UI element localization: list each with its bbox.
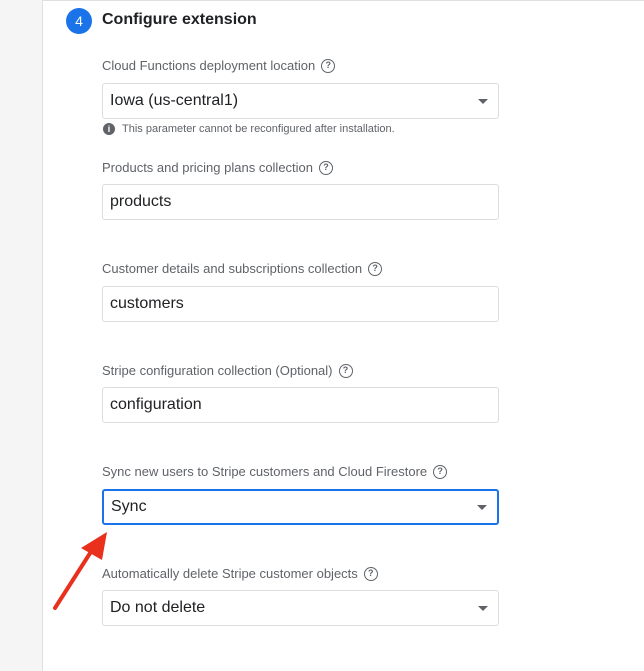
- annotation-arrow-icon: [53, 532, 107, 610]
